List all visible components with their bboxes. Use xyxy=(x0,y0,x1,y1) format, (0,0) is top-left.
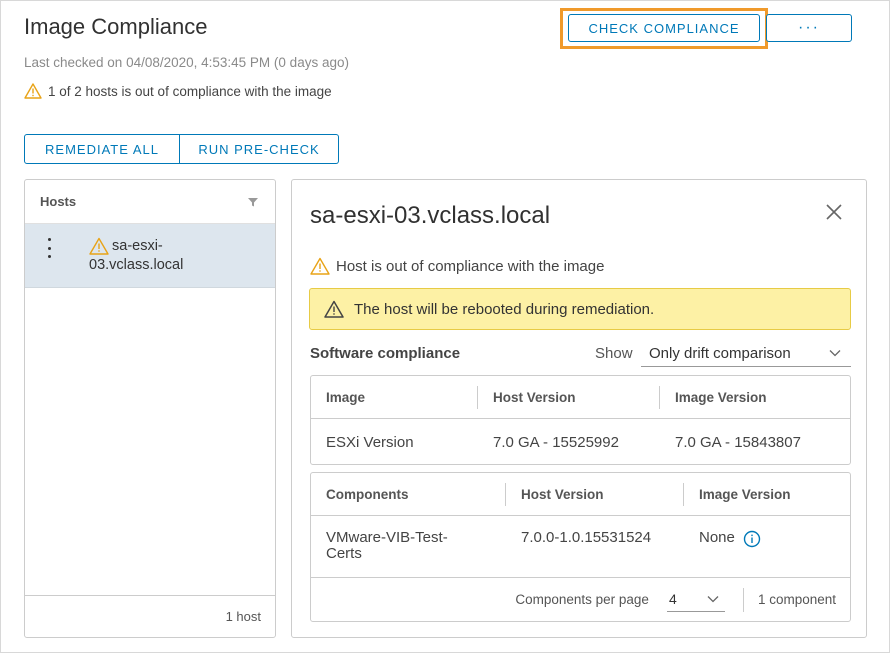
cell-value: None xyxy=(699,529,735,546)
host-detail-panel: sa-esxi-03.vclass.local Host is out of c… xyxy=(291,179,867,638)
run-precheck-button[interactable]: RUN PRE-CHECK xyxy=(180,134,339,164)
cell: 7.0 GA - 15525992 xyxy=(493,433,619,451)
compliance-summary-text: 1 of 2 hosts is out of compliance with t… xyxy=(48,83,332,99)
cell: 7.0 GA - 15843807 xyxy=(675,433,801,451)
host-name: sa-esxi-03.vclass.local xyxy=(89,238,184,273)
hosts-panel: Hosts sa-esxi-03.vclass.local 1 host xyxy=(24,179,276,638)
warning-icon xyxy=(324,300,344,318)
cell: VMware-VIB-Test-Certs xyxy=(326,529,448,562)
remediation-actions: REMEDIATE ALL RUN PRE-CHECK xyxy=(24,134,339,164)
compliance-summary: 1 of 2 hosts is out of compliance with t… xyxy=(24,83,332,99)
host-compliance-warning: Host is out of compliance with the image xyxy=(310,257,604,275)
column-header[interactable]: Image Version xyxy=(684,473,850,515)
image-version-cell: None xyxy=(684,530,850,548)
per-page-label: Components per page xyxy=(515,592,649,607)
column-header[interactable]: Host Version xyxy=(506,473,684,515)
remediate-all-button[interactable]: REMEDIATE ALL xyxy=(24,134,180,164)
software-compliance-title: Software compliance xyxy=(310,345,461,362)
kebab-menu-icon[interactable] xyxy=(44,238,54,258)
hosts-header-label: Hosts xyxy=(40,194,77,209)
table-row: ESXi Version 7.0 GA - 15525992 7.0 GA - … xyxy=(311,419,850,465)
components-grid: Components Host Version Image Version VM… xyxy=(310,472,851,622)
more-actions-button[interactable]: ··· xyxy=(766,14,852,42)
warning-icon xyxy=(310,257,330,275)
info-icon[interactable] xyxy=(743,530,761,548)
grid-header: Image Host Version Image Version xyxy=(311,376,850,419)
divider xyxy=(742,587,744,612)
column-header[interactable]: Image Version xyxy=(660,376,850,418)
cell: ESXi Version xyxy=(326,433,414,451)
warning-icon xyxy=(24,83,42,99)
check-compliance-button[interactable]: CHECK COMPLIANCE xyxy=(568,14,760,42)
grid-header: Components Host Version Image Version xyxy=(311,473,850,516)
column-header[interactable]: Image xyxy=(311,376,478,418)
chevron-down-icon xyxy=(707,596,719,603)
page-title: Image Compliance xyxy=(24,14,208,39)
per-page-select[interactable]: 4 xyxy=(666,588,725,612)
hosts-header: Hosts xyxy=(25,180,275,224)
detail-title: sa-esxi-03.vclass.local xyxy=(310,202,551,229)
show-filter-value: Only drift comparison xyxy=(649,345,791,362)
hosts-footer: 1 host xyxy=(25,595,275,637)
image-version-grid: Image Host Version Image Version ESXi Ve… xyxy=(310,375,851,465)
table-row: VMware-VIB-Test-Certs 7.0.0-1.0.15531524… xyxy=(311,516,850,578)
column-header[interactable]: Host Version xyxy=(478,376,660,418)
filter-icon[interactable] xyxy=(247,196,259,208)
reboot-alert-text: The host will be rebooted during remedia… xyxy=(354,300,655,318)
close-icon[interactable] xyxy=(824,202,844,222)
show-filter-select[interactable]: Only drift comparison xyxy=(641,341,851,367)
column-header[interactable]: Components xyxy=(311,473,506,515)
show-label: Show xyxy=(595,345,633,362)
host-list-item[interactable]: sa-esxi-03.vclass.local xyxy=(25,224,275,288)
chevron-down-icon xyxy=(829,350,841,357)
cell: 7.0.0-1.0.15531524 xyxy=(521,529,652,546)
pagination-footer: Components per page 4 1 component xyxy=(311,578,850,621)
per-page-value: 4 xyxy=(668,591,677,607)
reboot-alert: The host will be rebooted during remedia… xyxy=(309,288,851,330)
host-compliance-warning-text: Host is out of compliance with the image xyxy=(336,257,605,275)
last-checked-text: Last checked on 04/08/2020, 4:53:45 PM (… xyxy=(24,55,349,70)
component-count: 1 component xyxy=(757,592,836,607)
